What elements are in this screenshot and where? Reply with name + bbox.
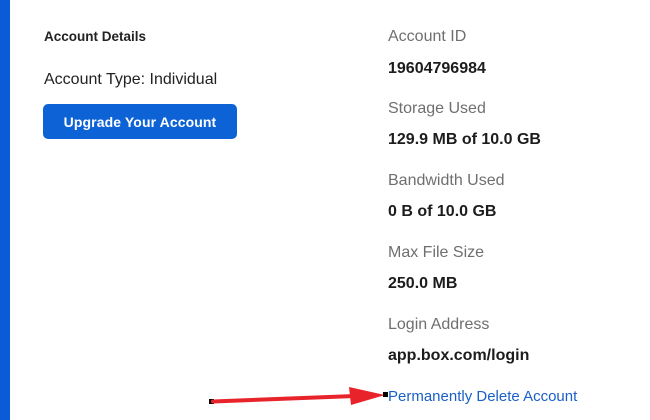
- storage-used-label: Storage Used: [388, 100, 486, 117]
- max-file-size-label: Max File Size: [388, 244, 485, 261]
- bandwidth-used-label: Bandwidth Used: [388, 172, 505, 189]
- max-file-size-value: 250.0 MB: [388, 275, 458, 292]
- account-type-text: Account Type: Individual: [44, 71, 218, 88]
- upgrade-account-button[interactable]: Upgrade Your Account: [43, 104, 237, 139]
- account-details-heading: Account Details: [44, 29, 147, 44]
- red-arrow-icon: [209, 387, 388, 405]
- permanently-delete-account-link[interactable]: Permanently Delete Account: [388, 388, 577, 405]
- account-id-value: 19604796984: [388, 60, 486, 77]
- storage-used-value: 129.9 MB of 10.0 GB: [388, 131, 541, 148]
- login-address-value: app.box.com/login: [388, 347, 530, 364]
- login-address-label: Login Address: [388, 316, 490, 333]
- left-accent-bar: [0, 0, 10, 420]
- bandwidth-used-value: 0 B of 10.0 GB: [388, 203, 497, 220]
- account-id-label: Account ID: [388, 28, 467, 45]
